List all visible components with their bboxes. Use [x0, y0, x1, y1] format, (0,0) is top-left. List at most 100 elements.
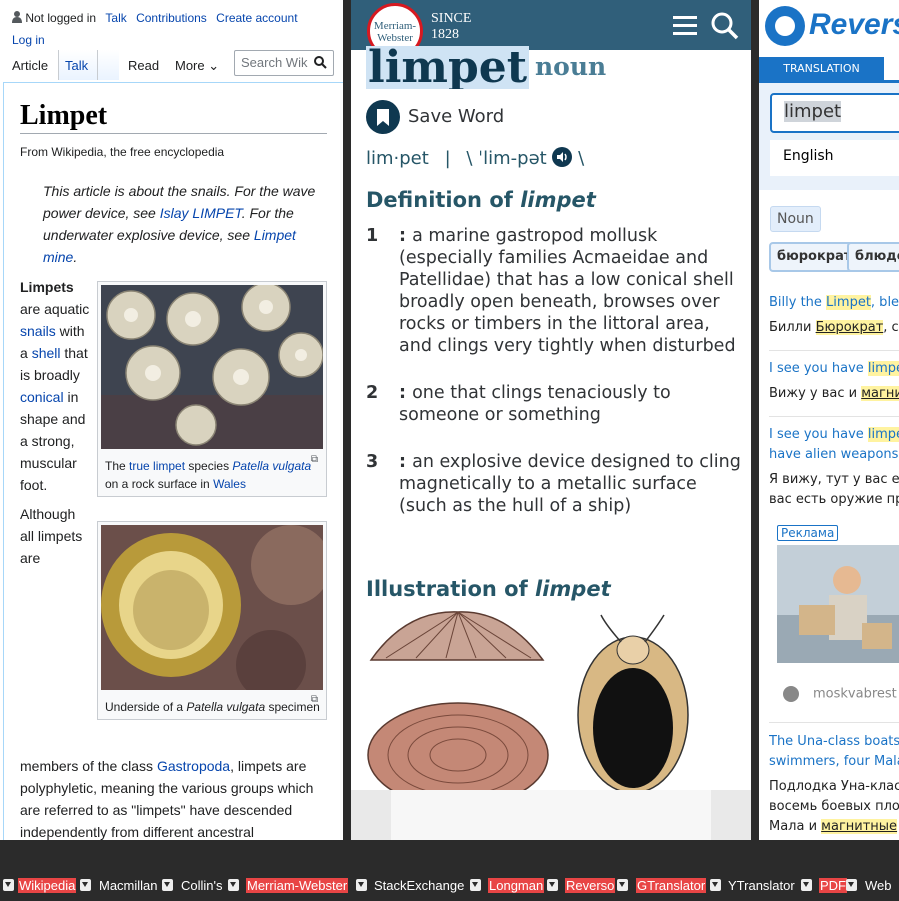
divider — [769, 416, 899, 417]
ad-source[interactable]: moskvabrest — [783, 686, 897, 702]
wales-link[interactable]: Wales — [213, 477, 246, 491]
logo-bottom-text: Webster — [377, 32, 413, 44]
save-word-label[interactable]: Save Word — [408, 106, 504, 127]
example-en[interactable]: I see you have limpet — [769, 425, 899, 445]
download-icon[interactable] — [80, 879, 91, 891]
download-icon[interactable] — [3, 879, 14, 891]
tab-more[interactable]: More ⌄ — [175, 58, 219, 74]
islay-limpet-link[interactable]: Islay LIMPET — [160, 205, 242, 221]
download-icon[interactable] — [356, 879, 367, 891]
example-en[interactable]: I see you have limpet — [769, 359, 899, 379]
hatnote: This article is about the snails. For th… — [43, 180, 328, 268]
definition-text: a marine gastropod mollusk (especially f… — [399, 226, 736, 356]
example-en[interactable]: Billy the Limpet, bless — [769, 293, 899, 313]
highlight: limpet — [867, 427, 899, 442]
example-ru-line3[interactable]: Мала и магнитные — [769, 817, 899, 837]
example-ru[interactable]: Вижу у вас и магни — [769, 384, 899, 404]
hatnote-text: . — [73, 249, 78, 265]
search-input[interactable]: limpet — [770, 93, 899, 133]
figure-caption: Underside of a Patella vulgata specimen — [101, 695, 323, 716]
search-icon[interactable] — [711, 12, 739, 40]
conical-link[interactable]: conical — [20, 389, 64, 405]
example-ru-line2[interactable]: вас есть оружие пр — [769, 490, 899, 510]
bookmark-macmillan[interactable]: Macmillan — [99, 878, 158, 893]
log-in-link[interactable]: Log in — [12, 33, 45, 47]
tab-talk[interactable]: Talk — [65, 58, 88, 73]
bookmark-web[interactable]: Web — [865, 878, 892, 893]
patella-vulgata-link[interactable]: Patella vulgata — [232, 459, 311, 473]
example-en-line2[interactable]: swimmers, four Mala — [769, 752, 899, 772]
site-subtitle: From Wikipedia, the free encyclopedia — [20, 145, 225, 159]
bookmark-reverso[interactable]: Reverso — [565, 878, 616, 893]
download-icon[interactable] — [228, 879, 239, 891]
menu-icon[interactable] — [673, 16, 697, 40]
translation-chip[interactable]: блюдечко — [847, 242, 899, 272]
caption-text: The — [105, 459, 130, 473]
caption-text: on a rock surface in — [105, 477, 214, 491]
search-icon[interactable] — [314, 56, 327, 69]
save-word-button[interactable] — [366, 100, 400, 134]
enlarge-icon[interactable]: ⧉ — [311, 454, 318, 465]
search-input[interactable]: Search Wik — [234, 50, 334, 76]
caption-text: Underside of a — [105, 700, 187, 714]
bookmark-collins[interactable]: Collin's — [181, 878, 223, 893]
since-year: 1828 — [431, 27, 459, 42]
example-ru-line2[interactable]: восемь боевых пло — [769, 797, 899, 817]
gastropoda-link[interactable]: Gastropoda — [157, 758, 230, 774]
example-text: Билли — [769, 320, 816, 335]
download-icon[interactable] — [710, 879, 721, 891]
bookmark-stackexchange[interactable]: StackExchange — [374, 878, 464, 893]
syllables: lim·pet — [366, 148, 429, 169]
example-text: Вижу у вас и — [769, 386, 862, 401]
example-text: I see you have — [769, 361, 868, 376]
shell-link[interactable]: shell — [32, 345, 61, 361]
pos-filter-noun[interactable]: Noun — [770, 206, 821, 232]
download-icon[interactable] — [801, 879, 812, 891]
example-en[interactable]: The Una-class boats — [769, 732, 899, 752]
download-icon[interactable] — [547, 879, 558, 891]
enlarge-icon[interactable]: ⧉ — [311, 694, 318, 705]
contributions-link[interactable]: Contributions — [136, 11, 207, 25]
bookmark-longman[interactable]: Longman — [488, 878, 545, 893]
tab-read[interactable]: Read — [128, 58, 159, 73]
reverso-logo-icon[interactable] — [765, 6, 805, 46]
translation-chip[interactable]: бюрократ — [769, 242, 860, 272]
bookmark-pdf[interactable]: PDF — [819, 878, 847, 893]
bookmark-merriam-webster[interactable]: Merriam-Webster — [246, 878, 349, 893]
true-limpet-link[interactable]: true limpet — [129, 459, 185, 473]
ad-image[interactable] — [777, 545, 899, 663]
limpets-photo[interactable] — [101, 282, 324, 449]
bookmark-wikipedia[interactable]: Wikipedia — [18, 878, 77, 893]
definition-text: one that clings tenaciously to someone o… — [399, 383, 671, 425]
highlight: limpet — [867, 361, 899, 376]
limpet-underside-photo[interactable] — [101, 525, 331, 700]
download-icon[interactable] — [470, 879, 481, 891]
heading-word: limpet — [535, 577, 611, 601]
page-title: Limpet — [20, 100, 108, 131]
download-icon[interactable] — [617, 879, 628, 891]
ad-source-text: moskvabrest — [813, 686, 897, 702]
limpet-illustration[interactable] — [366, 610, 696, 800]
create-account-link[interactable]: Create account — [216, 11, 297, 25]
speaker-icon[interactable] — [552, 147, 573, 167]
example-en-line2[interactable]: have alien weapons — [769, 445, 899, 465]
snails-link[interactable]: snails — [20, 323, 56, 339]
example-ru[interactable]: Билли Бюрократ, с — [769, 318, 899, 338]
reverso-header: Reverso — [759, 0, 899, 55]
bookmark-gtranslator[interactable]: GTranslator — [636, 878, 707, 893]
chevron-down-icon: ⌄ — [208, 58, 220, 73]
example-ru[interactable]: Я вижу, тут у вас ест — [769, 470, 899, 490]
example-ru[interactable]: Подлодка Уна-клас — [769, 777, 899, 797]
language-select[interactable]: English — [770, 140, 899, 176]
example-text: , bless — [870, 295, 899, 310]
download-icon[interactable] — [162, 879, 173, 891]
bookmark-ytranslator[interactable]: YTranslator — [728, 878, 795, 893]
tab-article[interactable]: Article — [12, 58, 48, 73]
illustration-heading: Illustration of limpet — [366, 577, 611, 601]
talk-link[interactable]: Talk — [105, 11, 126, 25]
download-icon[interactable] — [846, 879, 857, 891]
tab-translation[interactable]: TRANSLATION — [759, 57, 884, 81]
reverso-brand[interactable]: Reverso — [809, 8, 899, 42]
heading-word: limpet — [520, 188, 596, 212]
reverso-pane: Reverso TRANSLATION limpet English Noun … — [759, 0, 899, 840]
